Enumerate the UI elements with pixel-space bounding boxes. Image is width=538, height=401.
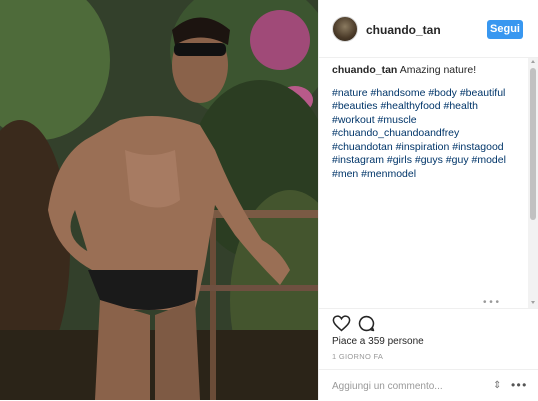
heart-icon[interactable] [332, 315, 351, 332]
avatar[interactable] [332, 16, 358, 42]
scroll-down-arrow-icon[interactable] [531, 301, 535, 304]
caption-text: Amazing nature! [399, 64, 477, 76]
post-photo[interactable] [0, 0, 318, 400]
likes-count[interactable]: Piace a 359 persone [332, 336, 424, 347]
comments-area: chuando_tan Amazing nature! #nature #han… [332, 64, 522, 304]
comments-scrollbar[interactable] [528, 58, 538, 308]
hashtags[interactable]: #nature #handsome #body #beautiful #beau… [332, 87, 522, 182]
photo-scene [0, 0, 318, 400]
post-actions: Piace a 359 persone 1 GIORNO FA ⇕ • • • [319, 308, 538, 400]
follow-button[interactable]: Segui [487, 20, 523, 39]
comment-icon[interactable] [358, 315, 375, 332]
load-more-dots[interactable]: • • • [483, 297, 499, 308]
post-side-panel: chuando_tan Segui chuando_tan Amazing na… [318, 0, 538, 400]
caption-author[interactable]: chuando_tan [332, 64, 397, 76]
comment-input[interactable] [332, 379, 487, 393]
username-link[interactable]: chuando_tan [366, 23, 441, 37]
add-comment-bar: ⇕ • • • [319, 369, 538, 401]
more-options-icon[interactable]: • • • [511, 378, 526, 392]
scroll-up-arrow-icon[interactable] [531, 60, 535, 63]
sort-arrows-icon[interactable]: ⇕ [493, 380, 501, 391]
scroll-thumb[interactable] [530, 68, 536, 220]
caption: chuando_tan Amazing nature! [332, 64, 522, 78]
post-header: chuando_tan Segui [319, 0, 538, 58]
post-timestamp: 1 GIORNO FA [332, 352, 384, 361]
